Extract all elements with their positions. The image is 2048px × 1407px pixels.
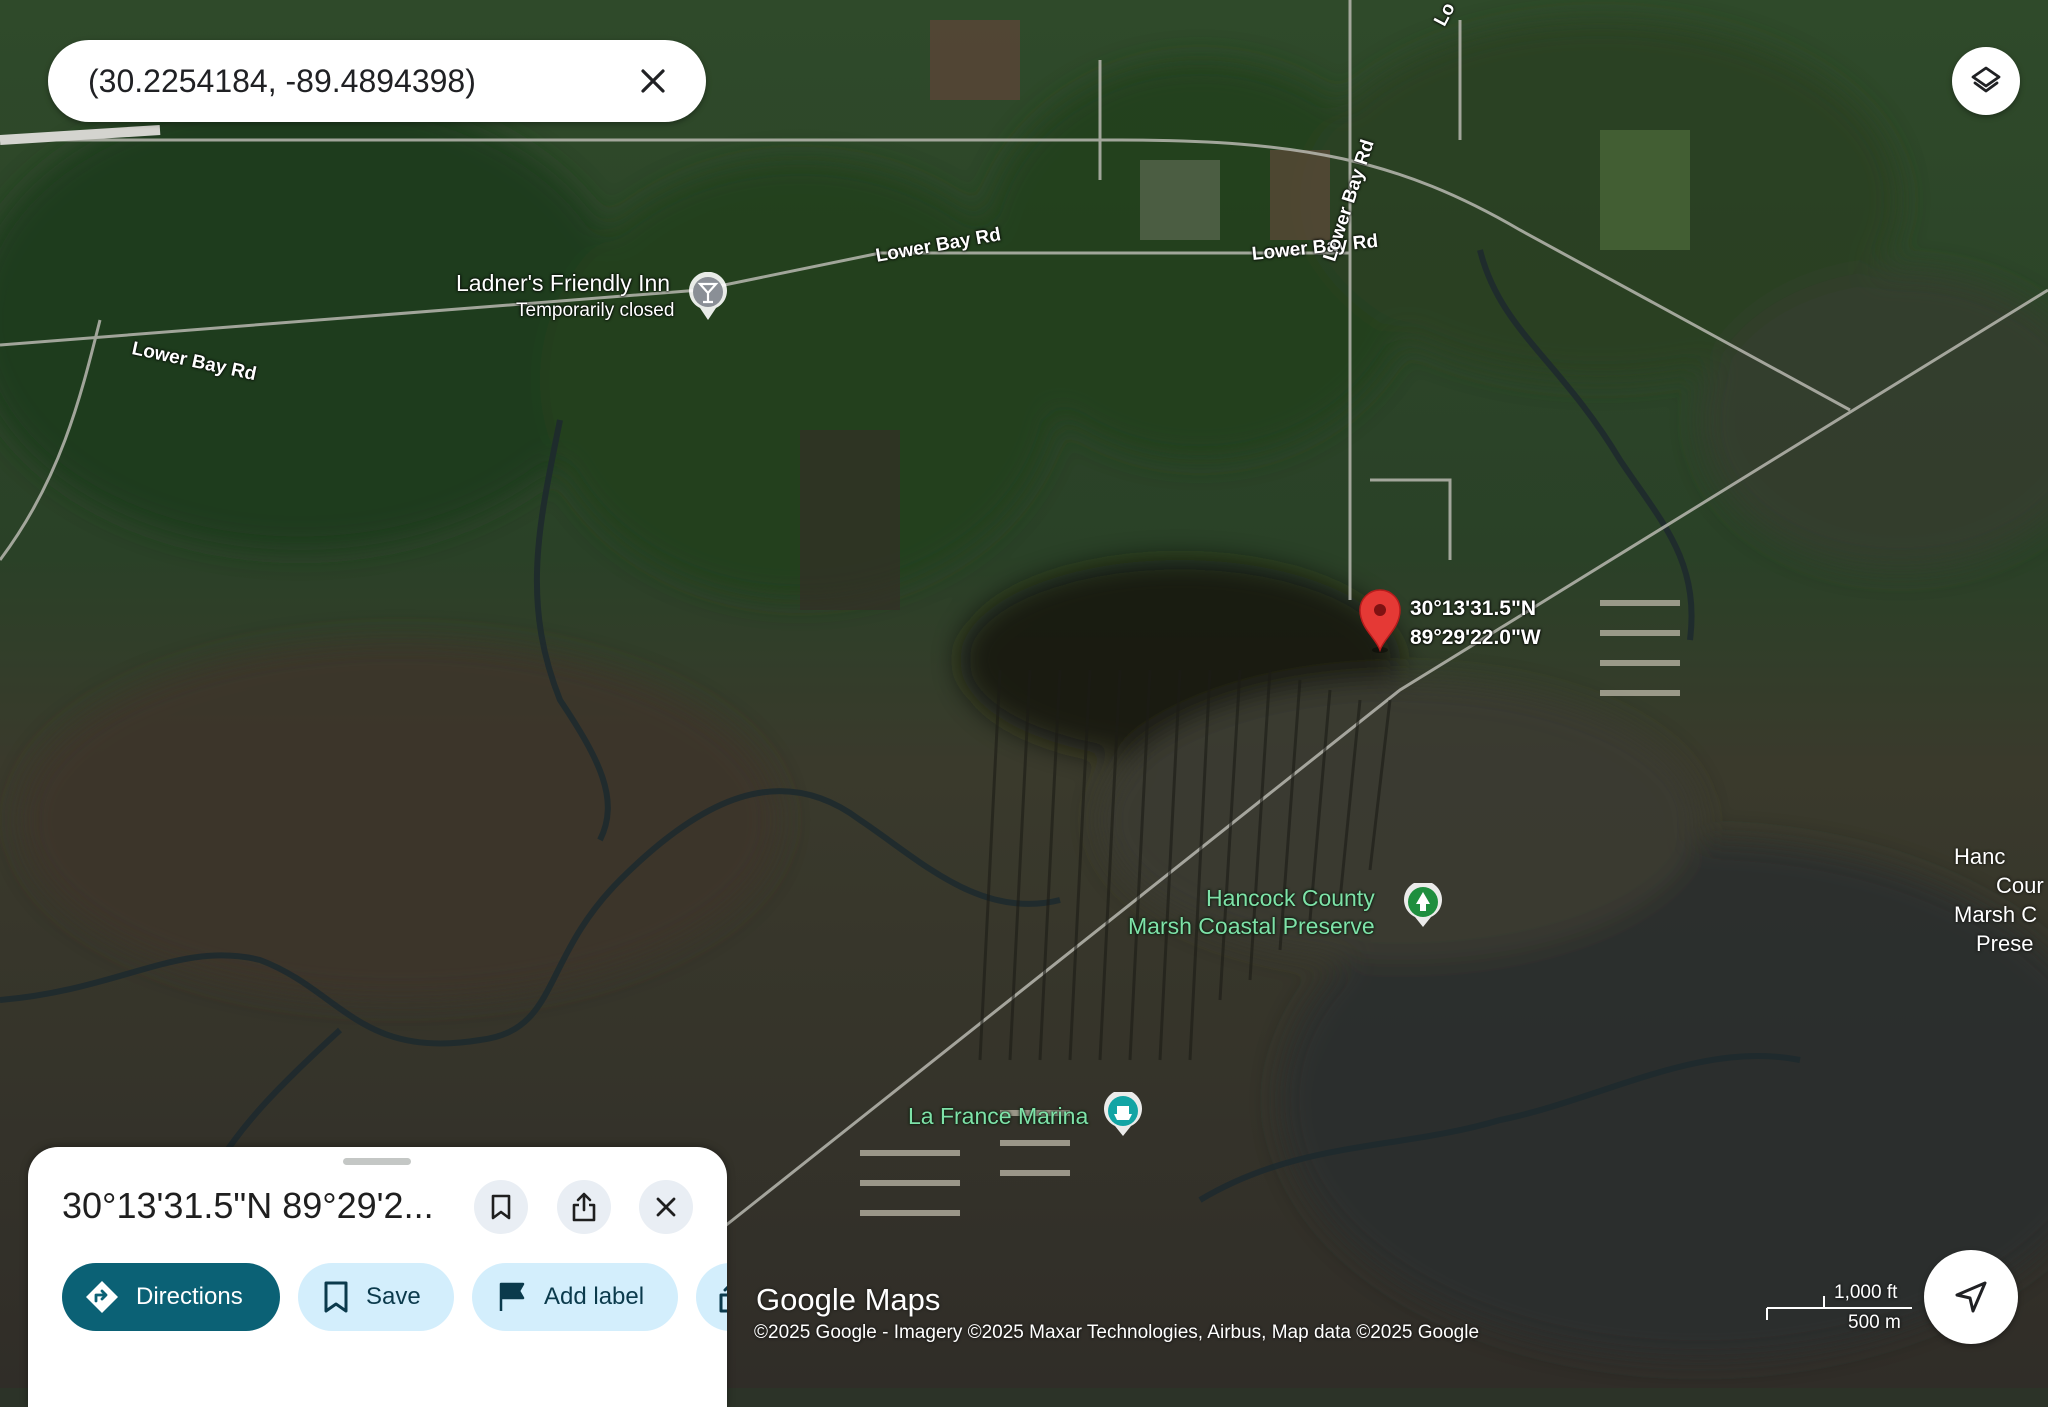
- edge-label-line: Cour: [1996, 873, 2044, 898]
- share-icon: [719, 1285, 727, 1313]
- directions-button[interactable]: Directions: [62, 1263, 280, 1331]
- directions-icon: [86, 1281, 118, 1313]
- bookmark-icon: [324, 1281, 348, 1313]
- location-pin-icon[interactable]: [1356, 588, 1404, 659]
- navigation-arrow-icon: [1955, 1281, 1987, 1313]
- share-icon: [572, 1192, 596, 1222]
- save-label: Save: [366, 1283, 421, 1310]
- share-button[interactable]: [557, 1180, 611, 1234]
- layers-button[interactable]: [1952, 47, 2020, 115]
- layers-icon: [1971, 66, 2001, 93]
- save-button[interactable]: Save: [298, 1263, 454, 1331]
- bar-icon[interactable]: [687, 271, 729, 327]
- poi-ladners-inn-status: Temporarily closed: [516, 300, 675, 321]
- place-title: 30°13'31.5"N 89°29'2...: [62, 1185, 434, 1226]
- poi-la-france-marina[interactable]: La France Marina: [908, 1102, 1088, 1130]
- drag-handle[interactable]: [343, 1158, 411, 1165]
- park-icon[interactable]: [1402, 880, 1444, 934]
- scale-m-label: 500 m: [1848, 1312, 1901, 1333]
- scale-bar[interactable]: 1,000 ft 500 m: [1764, 1282, 1912, 1342]
- directions-label: Directions: [136, 1283, 243, 1310]
- edge-label-line: Marsh C: [1954, 902, 2038, 927]
- map-attribution[interactable]: ©2025 Google - Imagery ©2025 Maxar Techn…: [754, 1322, 1479, 1344]
- scale-ft-label: 1,000 ft: [1834, 1282, 1898, 1303]
- search-input[interactable]: (30.2254184, -89.4894398): [88, 63, 628, 100]
- my-location-button[interactable]: [1924, 1250, 2018, 1344]
- bookmark-icon: [491, 1194, 511, 1220]
- google-maps-logo: Google Maps: [756, 1282, 941, 1317]
- close-icon: [656, 1197, 676, 1217]
- poi-ladners-inn-name[interactable]: Ladner's Friendly Inn: [456, 270, 670, 297]
- pin-coordinates-label: 30°13'31.5"N 89°29'22.0"W: [1410, 594, 1541, 652]
- edge-label-line: Hanc: [1954, 844, 2006, 869]
- add-label-text: Add label: [544, 1283, 645, 1310]
- pin-longitude: 89°29'22.0"W: [1410, 626, 1541, 649]
- flag-icon: [499, 1282, 525, 1311]
- poi-hancock-preserve-edge[interactable]: Hanc Cour Marsh C Prese: [1954, 842, 2044, 958]
- action-chips: Directions Save Add label: [62, 1263, 727, 1333]
- poi-hancock-preserve[interactable]: Hancock County Marsh Coastal Preserve: [1128, 884, 1375, 940]
- close-icon[interactable]: [628, 56, 678, 106]
- pin-latitude: 30°13'31.5"N: [1410, 597, 1537, 620]
- save-icon-button[interactable]: [474, 1180, 528, 1234]
- share-chip-button[interactable]: [696, 1263, 727, 1331]
- marina-icon[interactable]: [1102, 1089, 1144, 1143]
- edge-label-line: Prese: [1976, 931, 2034, 956]
- search-bar[interactable]: (30.2254184, -89.4894398): [48, 40, 706, 122]
- place-bottom-sheet[interactable]: 30°13'31.5"N 89°29'2... Directions Save …: [28, 1147, 727, 1407]
- add-label-button[interactable]: Add label: [472, 1263, 678, 1331]
- poi-hancock-preserve-line1: Hancock County: [1205, 885, 1375, 911]
- poi-hancock-preserve-line2: Marsh Coastal Preserve: [1128, 913, 1375, 939]
- close-sheet-button[interactable]: [639, 1180, 693, 1234]
